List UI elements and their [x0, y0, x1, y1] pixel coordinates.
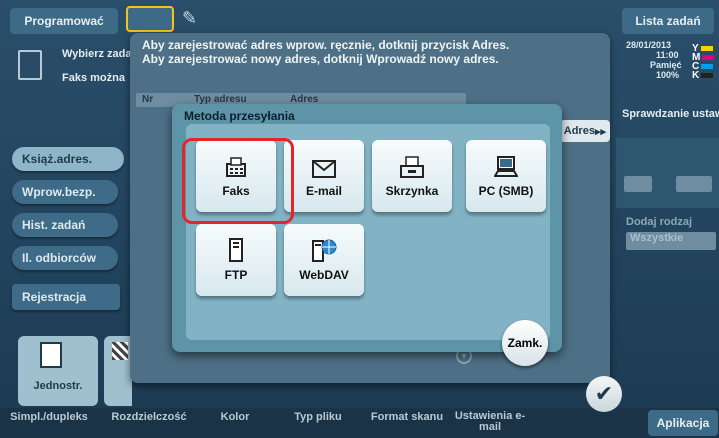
pc-icon [494, 154, 518, 178]
screen-switch-icon[interactable] [126, 6, 174, 32]
pen-icon[interactable]: ✎ [182, 8, 212, 32]
method-ftp-label: FTP [224, 268, 248, 282]
tab-scan-size[interactable]: Format skanu [364, 411, 450, 423]
sidebar-item-direct-input[interactable]: Wprow.bezp. [12, 180, 118, 204]
resolution-icon [112, 342, 128, 360]
ok-check-button[interactable]: ✔ [586, 376, 622, 412]
address-details-button[interactable]: Adres ▸▸ [560, 120, 610, 142]
list-view-icon[interactable] [676, 176, 712, 192]
close-button[interactable]: Zamk. [502, 320, 548, 366]
dialog-title: Metoda przesyłania [184, 109, 295, 123]
registration-button[interactable]: Rejestracja [12, 284, 120, 310]
box-icon [400, 154, 424, 178]
ftp-server-icon [228, 238, 244, 262]
method-pc-smb-button[interactable]: PC (SMB) [466, 140, 546, 212]
application-button[interactable]: Aplikacja [648, 410, 718, 436]
instruction-line-1: Aby zarejestrować adres wprow. ręcznie, … [142, 38, 510, 52]
add-type-label: Dodaj rodzaj [626, 216, 693, 228]
toner-m-bar [702, 55, 715, 60]
tab-email-settings[interactable]: Ustawienia e-mail [452, 411, 528, 433]
method-webdav-label: WebDAV [299, 268, 349, 282]
status-panel: 28/01/2013 11:00 Pamięć 100% Y M C K [622, 40, 719, 106]
toner-y-bar [700, 46, 713, 51]
tab-simplex-duplex[interactable]: Simpl./dupleks [4, 411, 94, 423]
method-ftp-button[interactable]: FTP [196, 224, 276, 296]
fax-doc-icon [18, 50, 42, 80]
method-email-label: E-mail [305, 184, 342, 198]
instruction-line-2: Aby zarejestrować nowy adres, dotknij Wp… [142, 52, 499, 66]
method-box-button[interactable]: Skrzynka [372, 140, 452, 212]
toner-c-bar [701, 64, 714, 69]
webdav-icon [311, 238, 337, 262]
email-icon [312, 154, 336, 178]
double-arrow-icon: ▸▸ [594, 125, 606, 138]
sidebar-item-recipients[interactable]: Il. odbiorców [12, 246, 118, 270]
toner-k-bar [701, 73, 714, 78]
method-pc-smb-label: PC (SMB) [478, 184, 534, 198]
method-email-button[interactable]: E-mail [284, 140, 364, 212]
task-list-button[interactable]: Lista zadań [622, 8, 714, 34]
sidebar-item-address-book[interactable]: Książ.adres. [12, 147, 124, 171]
memory-label: Pamięć [650, 60, 682, 70]
method-webdav-button[interactable]: WebDAV [284, 224, 364, 296]
instruction-text: Aby zarejestrować adres wprow. ręcznie, … [142, 38, 602, 66]
right-panel-bg [616, 138, 719, 208]
col-nr: Nr [142, 94, 154, 105]
date-label: 28/01/2013 [626, 40, 672, 50]
sidebar-item-job-history[interactable]: Hist. zadań [12, 213, 118, 237]
simplex-icon [40, 342, 62, 368]
grid-view-icon[interactable] [624, 176, 652, 192]
check-settings-label[interactable]: Sprawdzanie ustaw [622, 108, 719, 120]
fax-possible-label: Faks można [62, 72, 125, 84]
memory-value: 100% [656, 70, 680, 80]
toner-k-label: K [692, 70, 700, 81]
simplex-button[interactable]: Jednostr. [18, 336, 98, 406]
address-details-label: Adres [563, 125, 595, 137]
toner-levels: Y M C K [692, 44, 715, 81]
tab-resolution[interactable]: Rozdzielczość [104, 411, 194, 423]
time-label: 11:00 [656, 50, 679, 60]
simplex-label: Jednostr. [33, 380, 83, 392]
tab-file-type[interactable]: Typ pliku [278, 411, 358, 423]
scan-settings-button[interactable] [104, 336, 132, 406]
tab-color[interactable]: Kolor [200, 411, 270, 423]
filter-select[interactable]: Wszystkie [626, 232, 716, 250]
selected-method-highlight [182, 138, 294, 224]
method-box-label: Skrzynka [385, 184, 439, 198]
program-button[interactable]: Programować [10, 8, 118, 34]
